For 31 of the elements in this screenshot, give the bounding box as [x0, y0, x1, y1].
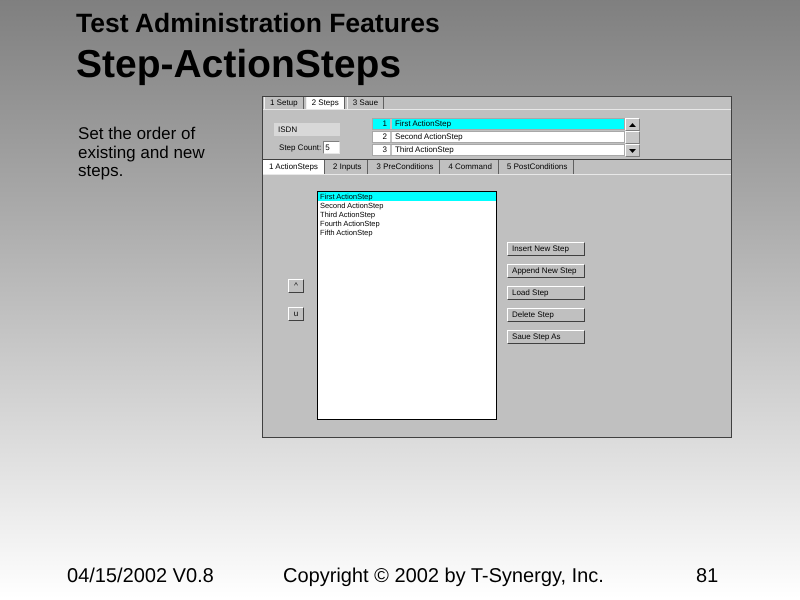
scroll-down-button[interactable] [625, 144, 640, 157]
step-row[interactable]: 1 First ActionStep [372, 118, 625, 130]
step-count-label: Step Count: [279, 142, 322, 152]
action-button[interactable]: Insert New Step [507, 242, 585, 256]
tab[interactable]: 3 Saue [346, 97, 384, 109]
action-button[interactable]: Delete Step [507, 308, 585, 322]
slide-body-text: Set the order of existing and new steps. [78, 125, 206, 180]
tab[interactable]: 2 Steps [306, 97, 345, 109]
tab[interactable]: 1 Setup [264, 97, 304, 109]
step-number: 3 [382, 145, 388, 155]
step-number: 1 [382, 119, 388, 129]
slide-heading: Test Administration Features [76, 8, 440, 38]
up-arrow-icon [629, 122, 636, 126]
move-down-button[interactable]: u [288, 307, 304, 321]
footer-copyright: Copyright © 2002 by T-Synergy, Inc. [283, 565, 604, 587]
move-up-button[interactable]: ^ [288, 279, 304, 293]
step-number: 2 [382, 132, 388, 142]
scrollbar-thumb[interactable] [625, 131, 640, 144]
footer-date: 04/15/2002 V0.8 [67, 565, 214, 587]
tab[interactable]: 1 ActionSteps [263, 160, 325, 174]
page-number: 81 [696, 564, 718, 588]
step-row[interactable]: 3 Third ActionStep [372, 144, 625, 156]
slide-title: Step-ActionSteps [76, 44, 402, 86]
down-arrow-icon [629, 148, 636, 152]
scroll-up-button[interactable] [625, 118, 640, 131]
input-field[interactable]: 5 [323, 141, 340, 154]
action-button[interactable]: Saue Step As [507, 330, 585, 344]
action-button[interactable]: Append New Step [507, 264, 585, 278]
step-row[interactable]: 2 Second ActionStep [372, 131, 625, 143]
action-button[interactable]: Load Step [507, 286, 585, 300]
readonly-field: ISDN [274, 123, 340, 136]
